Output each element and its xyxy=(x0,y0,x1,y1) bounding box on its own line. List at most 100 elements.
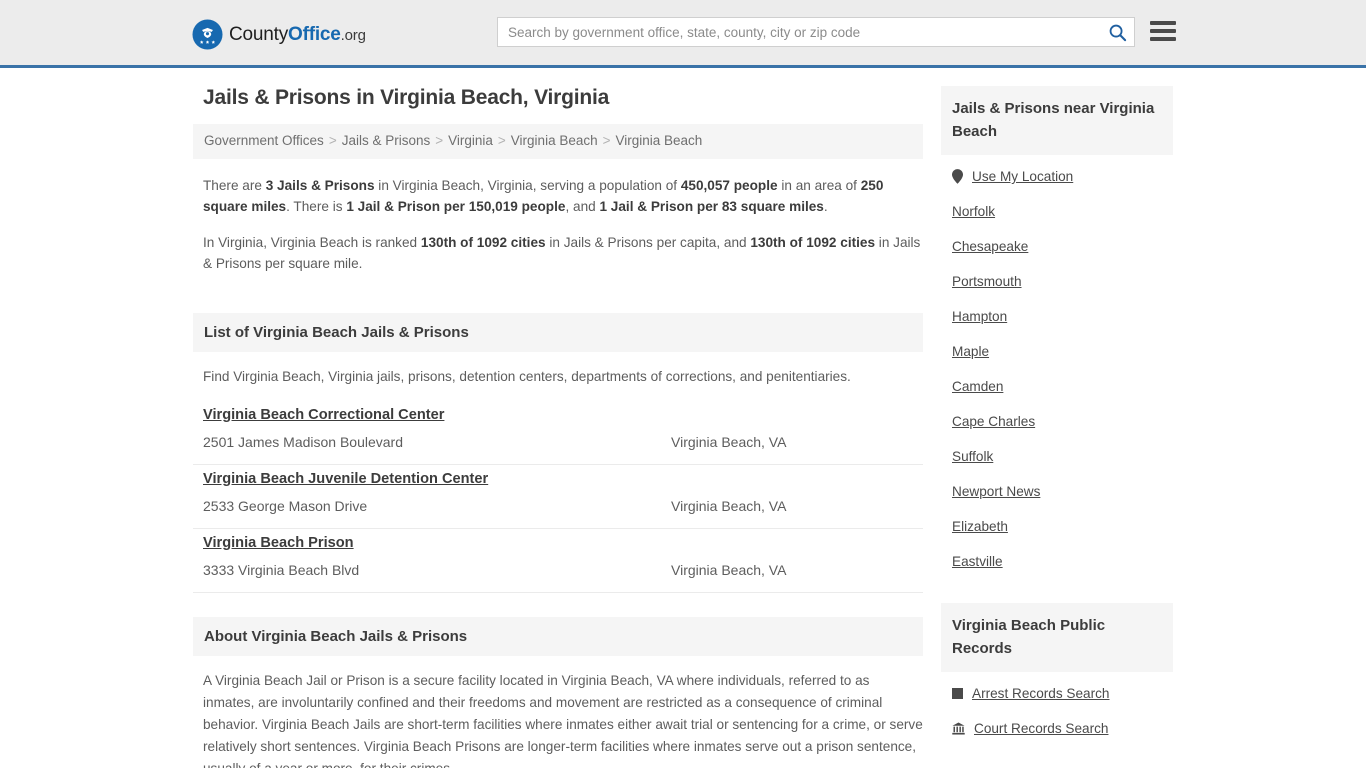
intro-rank-per-sq-mile: 130th of 1092 cities xyxy=(750,234,876,250)
intro-text: . There is xyxy=(286,199,347,215)
breadcrumb: Government Offices > Jails & Prisons > Virgi… xyxy=(193,124,923,159)
sidebar-city-label[interactable]: Chesapeake xyxy=(952,239,1028,254)
about-section-heading: About Virginia Beach Jails & Prisons xyxy=(193,616,923,656)
intro-text: In Virginia, Virginia Beach is ranked xyxy=(203,234,421,250)
hamburger-menu-button[interactable] xyxy=(1150,18,1176,44)
intro-text: in Virginia Beach, Virginia, serving a p… xyxy=(374,177,681,193)
sidebar-item-city[interactable]: Camden xyxy=(952,379,1173,394)
intro-text: There are xyxy=(203,177,266,193)
square-icon xyxy=(952,688,963,699)
listing-detail-row: 3333 Virginia Beach Blvd Virginia Beach,… xyxy=(203,562,923,578)
sidebar-item-city[interactable]: Norfolk xyxy=(952,204,1173,219)
intro-text: in an area of xyxy=(777,177,861,193)
hamburger-menu-icon-bar-3 xyxy=(1150,37,1176,41)
logo-text-org: .org xyxy=(340,27,366,44)
eagle-seal-icon xyxy=(192,19,223,50)
list-section-subtitle: Find Virginia Beach, Virginia jails, pri… xyxy=(203,368,851,384)
listing-address: 2533 George Mason Drive xyxy=(203,497,368,514)
sidebar-item-city[interactable]: Elizabeth xyxy=(952,519,1173,534)
listing-detail-row: 2501 James Madison Boulevard Virginia Be… xyxy=(203,434,923,450)
sidebar-near-heading: Jails & Prisons near Virginia Beach xyxy=(941,86,1173,155)
sidebar: Jails & Prisons near Virginia Beach Use … xyxy=(941,86,1173,756)
use-my-location-label[interactable]: Use My Location xyxy=(972,169,1073,184)
listing-address: 3333 Virginia Beach Blvd xyxy=(203,561,360,578)
logo-text: CountyOffice.org xyxy=(229,25,366,44)
content-container: Jails & Prisons in Virginia Beach, Virgi… xyxy=(193,86,1173,768)
intro-stat-per-area: 1 Jail & Prison per 83 square miles xyxy=(599,199,824,215)
breadcrumb-separator: > xyxy=(328,133,337,148)
main-column: Jails & Prisons in Virginia Beach, Virgi… xyxy=(193,86,923,768)
sidebar-item-city[interactable]: Hampton xyxy=(952,309,1173,324)
sidebar-city-label[interactable]: Camden xyxy=(952,379,1003,394)
court-records-label[interactable]: Court Records Search xyxy=(974,721,1108,736)
sidebar-near-links: Use My Location Norfolk Chesapeake Ports… xyxy=(941,155,1173,569)
search-bar[interactable] xyxy=(497,17,1135,47)
arrest-records-label[interactable]: Arrest Records Search xyxy=(972,686,1110,701)
breadcrumb-separator: > xyxy=(435,133,444,148)
listing-detail-row: 2533 George Mason Drive Virginia Beach, … xyxy=(203,498,923,514)
search-input[interactable] xyxy=(498,18,1100,46)
breadcrumb-item-3[interactable]: Virginia Beach xyxy=(511,133,598,148)
breadcrumb-item-4[interactable]: Virginia Beach xyxy=(616,133,703,148)
listing-city-state: Virginia Beach, VA xyxy=(671,561,787,578)
listing-address: 2501 James Madison Boulevard xyxy=(203,433,404,450)
sidebar-item-city[interactable]: Suffolk xyxy=(952,449,1173,464)
breadcrumb-item-2[interactable]: Virginia xyxy=(448,133,493,148)
hamburger-menu-icon-bar-2 xyxy=(1150,29,1176,33)
listing-city-state: Virginia Beach, VA xyxy=(671,497,787,514)
intro-paragraph-2: In Virginia, Virginia Beach is ranked 13… xyxy=(203,232,923,275)
list-item: Virginia Beach Juvenile Detention Center… xyxy=(193,465,923,529)
sidebar-use-my-location[interactable]: Use My Location xyxy=(952,169,1173,184)
intro-rank-per-capita: 130th of 1092 cities xyxy=(420,234,546,250)
hamburger-menu-icon-bar-1 xyxy=(1150,21,1176,25)
courthouse-icon xyxy=(952,722,965,735)
intro-text: in Jails & Prisons per capita, and xyxy=(545,234,751,250)
intro-text: , and xyxy=(565,199,600,215)
list-section-heading: List of Virginia Beach Jails & Prisons xyxy=(193,312,923,352)
logo-text-county: County xyxy=(229,24,289,45)
sidebar-city-label[interactable]: Newport News xyxy=(952,484,1040,499)
listing-name-link[interactable]: Virginia Beach Prison xyxy=(203,535,354,551)
sidebar-item-court-records[interactable]: Court Records Search xyxy=(952,721,1173,736)
page-title: Jails & Prisons in Virginia Beach, Virgi… xyxy=(203,86,610,109)
intro-stat-population: 450,057 people xyxy=(680,177,778,193)
sidebar-city-label[interactable]: Norfolk xyxy=(952,204,995,219)
listing-city-state: Virginia Beach, VA xyxy=(671,433,787,450)
breadcrumb-separator: > xyxy=(497,133,506,148)
list-item: Virginia Beach Prison 3333 Virginia Beac… xyxy=(193,529,923,593)
sidebar-city-label[interactable]: Hampton xyxy=(952,309,1007,324)
sidebar-records-links: Arrest Records Search Court Records Sear… xyxy=(941,672,1173,736)
site-header: CountyOffice.org xyxy=(0,0,1366,68)
site-logo[interactable]: CountyOffice.org xyxy=(192,19,366,50)
list-item: Virginia Beach Correctional Center 2501 … xyxy=(193,401,923,465)
listing-name-link[interactable]: Virginia Beach Correctional Center xyxy=(203,407,444,423)
breadcrumb-separator: > xyxy=(602,133,611,148)
breadcrumb-item-0[interactable]: Government Offices xyxy=(204,133,324,148)
sidebar-city-label[interactable]: Cape Charles xyxy=(952,414,1035,429)
intro-paragraph-1: There are 3 Jails & Prisons in Virginia … xyxy=(203,175,923,218)
sidebar-city-label[interactable]: Portsmouth xyxy=(952,274,1022,289)
map-pin-icon xyxy=(952,169,963,184)
sidebar-records-heading: Virginia Beach Public Records xyxy=(941,603,1173,672)
sidebar-city-label[interactable]: Maple xyxy=(952,344,989,359)
sidebar-item-arrest-records[interactable]: Arrest Records Search xyxy=(952,686,1173,701)
intro-text: . xyxy=(823,199,828,215)
breadcrumb-item-1[interactable]: Jails & Prisons xyxy=(342,133,431,148)
sidebar-item-city[interactable]: Chesapeake xyxy=(952,239,1173,254)
intro-stat-per-people: 1 Jail & Prison per 150,019 people xyxy=(346,199,566,215)
sidebar-city-label[interactable]: Eastville xyxy=(952,554,1003,569)
sidebar-city-label[interactable]: Suffolk xyxy=(952,449,993,464)
sidebar-item-city[interactable]: Cape Charles xyxy=(952,414,1173,429)
intro-stat-count: 3 Jails & Prisons xyxy=(265,177,375,193)
sidebar-city-label[interactable]: Elizabeth xyxy=(952,519,1008,534)
search-button[interactable] xyxy=(1100,18,1134,46)
listing-name-link[interactable]: Virginia Beach Juvenile Detention Center xyxy=(203,471,488,487)
sidebar-item-city[interactable]: Maple xyxy=(952,344,1173,359)
search-icon xyxy=(1109,24,1126,41)
sidebar-item-city[interactable]: Portsmouth xyxy=(952,274,1173,289)
sidebar-item-city[interactable]: Newport News xyxy=(952,484,1173,499)
sidebar-item-city[interactable]: Eastville xyxy=(952,554,1173,569)
